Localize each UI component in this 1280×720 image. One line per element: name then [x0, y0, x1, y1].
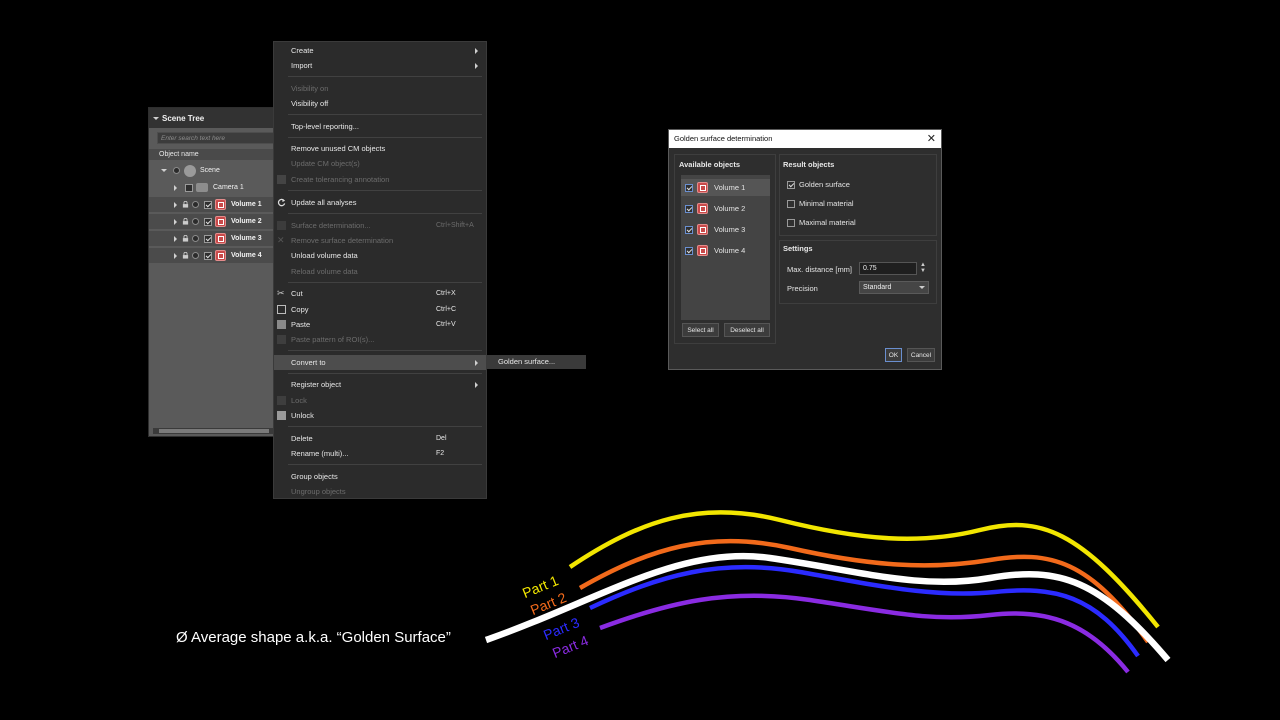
part-2-curve — [578, 538, 1150, 644]
golden-surface-illustration — [484, 510, 1171, 674]
part-4-curve — [599, 593, 1130, 674]
golden-surface-caption: Ø Average shape a.k.a. “Golden Surface” — [176, 629, 451, 646]
part-3-curve — [589, 564, 1140, 658]
